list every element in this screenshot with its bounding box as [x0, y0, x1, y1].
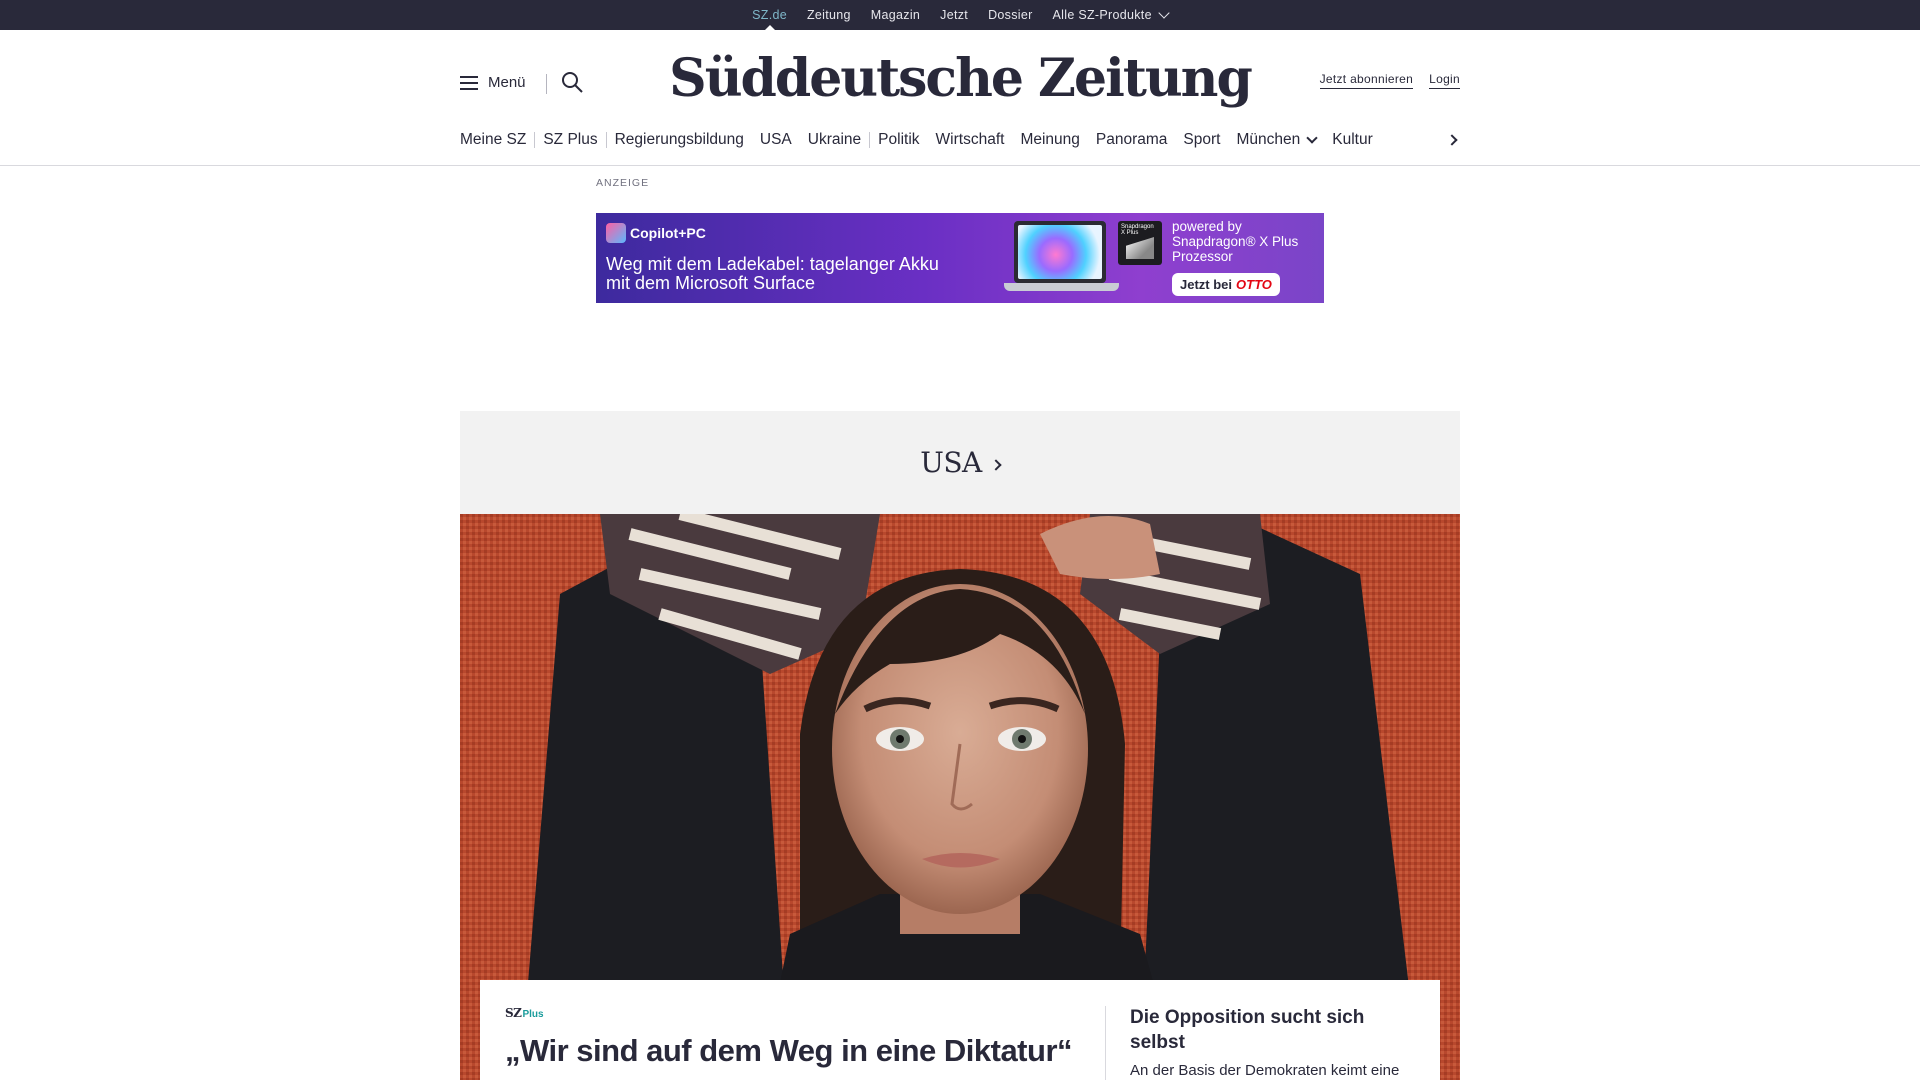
- copilot-icon: [606, 223, 626, 243]
- site-logo[interactable]: Süddeutsche Zeitung: [460, 48, 1460, 109]
- product-link-dossier[interactable]: Dossier: [988, 0, 1032, 30]
- nav-item-kultur[interactable]: Kultur: [1324, 131, 1381, 149]
- search-button[interactable]: [560, 70, 584, 94]
- all-products-label: Alle SZ-Produkte: [1052, 8, 1152, 22]
- product-link-szde[interactable]: SZ.de: [752, 0, 787, 31]
- lead-article-teaser[interactable]: SZ Plus „Wir sind auf dem Weg in eine Di…: [480, 980, 1100, 1080]
- ad-powered-text: powered by Snapdragon® X Plus Prozessor: [1172, 219, 1299, 264]
- ad-headline: Weg mit dem Ladekabel: tagelanger Akku m…: [606, 254, 939, 293]
- chevron-down-icon: [1158, 7, 1170, 19]
- nav-item-panorama[interactable]: Panorama: [1088, 131, 1176, 149]
- header-divider: [546, 74, 547, 94]
- ad-cta-button[interactable]: Jetzt bei OTTO: [1172, 273, 1280, 296]
- chip-label: Snapdragon X Plus: [1121, 224, 1154, 236]
- all-products-dropdown[interactable]: Alle SZ-Produkte: [1052, 0, 1170, 30]
- chevron-down-icon: [1306, 131, 1318, 144]
- nav-item-politik[interactable]: Politik: [870, 131, 927, 149]
- ad-cta-label: Jetzt bei: [1180, 277, 1233, 292]
- section-title: USA: [920, 446, 982, 479]
- sz-plus-badge: SZ Plus: [505, 1006, 1075, 1020]
- ad-brand: Copilot+PC: [606, 223, 706, 243]
- nav-scroll-right-button[interactable]: [1444, 132, 1460, 148]
- nav-item-sport[interactable]: Sport: [1175, 131, 1228, 149]
- sz-plus-badge-sz: SZ: [505, 1006, 522, 1020]
- chevron-right-icon: [990, 458, 1002, 471]
- nav-item-muenchen-label: München: [1236, 131, 1301, 148]
- search-icon: [562, 72, 583, 93]
- nav-item-meinung[interactable]: Meinung: [1012, 131, 1087, 149]
- login-link[interactable]: Login: [1429, 72, 1460, 89]
- hamburger-icon: [460, 75, 478, 90]
- lead-article-headline: „Wir sind auf dem Weg in eine Diktatur“: [505, 1033, 1073, 1068]
- ad-label: ANZEIGE: [596, 177, 650, 189]
- chevron-right-icon: [1446, 134, 1458, 146]
- section-nav: Meine SZ SZ Plus Regierungsbildung USA U…: [460, 126, 1460, 154]
- product-link-zeitung[interactable]: Zeitung: [807, 0, 851, 30]
- menu-button[interactable]: Menü: [460, 74, 526, 91]
- site-header: Menü Süddeutsche Zeitung Jetzt abonniere…: [460, 30, 1460, 135]
- nav-item-wirtschaft[interactable]: Wirtschaft: [928, 131, 1013, 149]
- product-link-magazin[interactable]: Magazin: [871, 0, 920, 30]
- side-article-summary: An der Basis der Demokraten keimt eine: [1130, 1062, 1400, 1079]
- nav-item-meine-sz[interactable]: Meine SZ: [460, 131, 534, 149]
- sz-plus-badge-plus: Plus: [522, 1009, 544, 1020]
- otto-logo: OTTO: [1236, 277, 1272, 292]
- product-bar: SZ.de Zeitung Magazin Jetzt Dossier Alle…: [0, 0, 1920, 31]
- ad-banner[interactable]: Copilot+PC Weg mit dem Ladekabel: tagela…: [596, 213, 1324, 303]
- nav-item-usa[interactable]: USA: [752, 131, 800, 149]
- ad-brand-label: Copilot+PC: [630, 225, 706, 241]
- side-article-headline: Die Opposition sucht sich selbst: [1130, 1007, 1365, 1053]
- header-account-links: Jetzt abonnieren Login: [1319, 72, 1460, 89]
- nav-item-regierungsbildung[interactable]: Regierungsbildung: [607, 131, 752, 149]
- product-link-jetzt[interactable]: Jetzt: [940, 0, 968, 30]
- nav-item-sz-plus[interactable]: SZ Plus: [535, 131, 605, 149]
- header-divider-line: [0, 165, 1920, 166]
- subscribe-link[interactable]: Jetzt abonnieren: [1319, 72, 1414, 89]
- nav-item-ukraine[interactable]: Ukraine: [800, 131, 869, 149]
- side-article-teaser[interactable]: Die Opposition sucht sich selbst An der …: [1100, 980, 1440, 1080]
- laptop-image: [1004, 221, 1119, 299]
- nav-item-muenchen[interactable]: München: [1228, 131, 1324, 149]
- section-header-usa[interactable]: USA: [460, 411, 1460, 514]
- snapdragon-chip-image: Snapdragon X Plus: [1118, 221, 1162, 265]
- menu-label: Menü: [488, 74, 526, 91]
